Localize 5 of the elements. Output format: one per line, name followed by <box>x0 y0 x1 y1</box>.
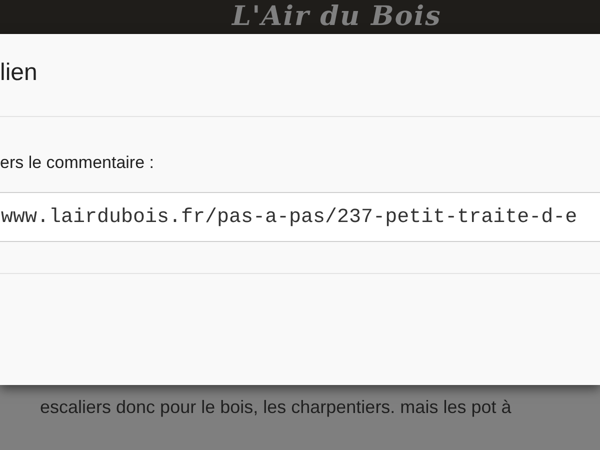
field-label: ers le commentaire : <box>0 153 155 173</box>
site-logo[interactable]: L'Air du Bois <box>232 0 442 34</box>
link-field[interactable]: www.lairdubois.fr/pas-a-pas/237-petit-traite-d-e <box>0 192 600 242</box>
dialog-title: lien <box>0 59 38 87</box>
article-text: escaliers donc pour le bois, les charpentiers. mais les pot à <box>40 397 512 417</box>
